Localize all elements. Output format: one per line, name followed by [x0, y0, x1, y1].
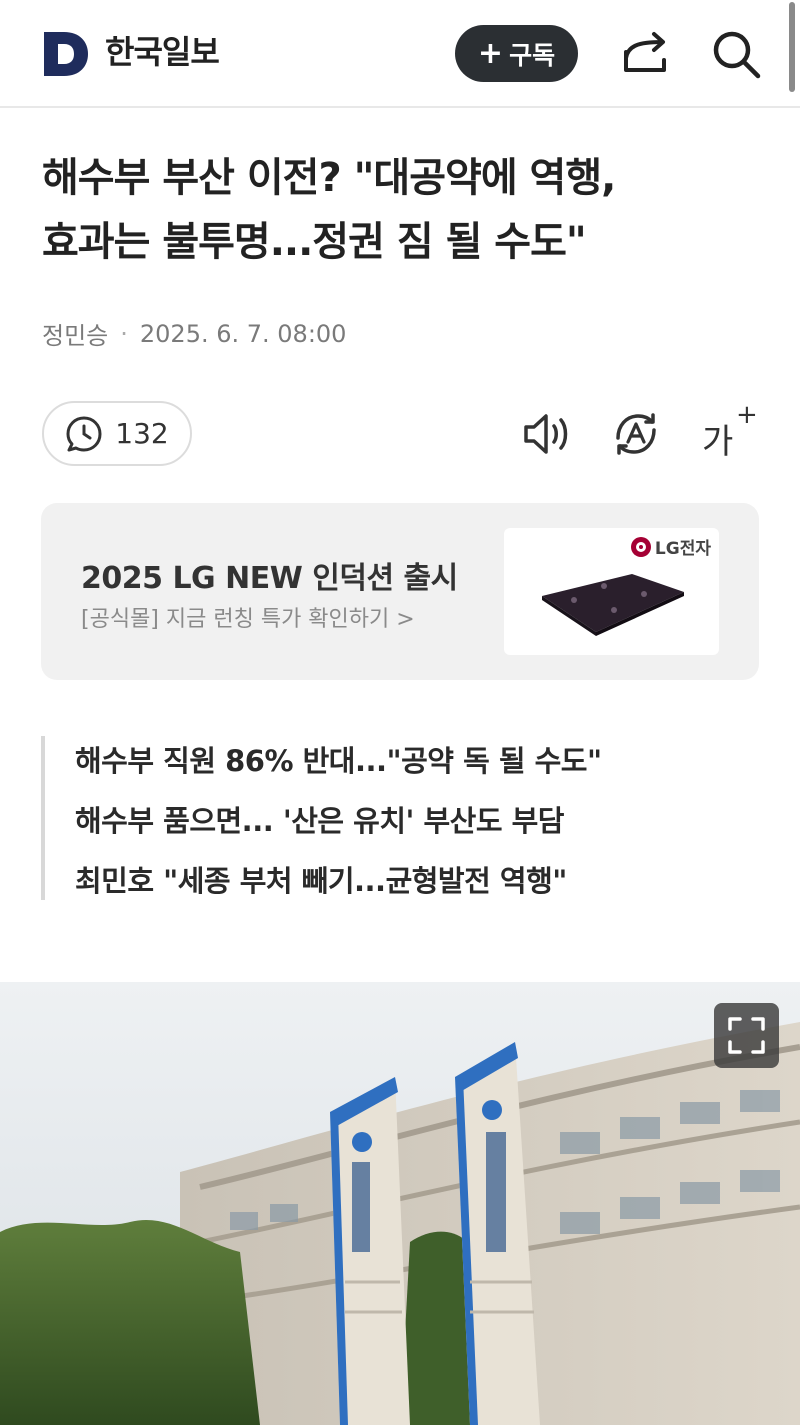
ad-banner[interactable]: 2025 LG NEW 인덕션 출시 [공식몰] 지금 런칭 특가 확인하기 >…: [41, 503, 759, 680]
translate-icon[interactable]: [610, 408, 662, 460]
author-name[interactable]: 정민승: [42, 316, 108, 351]
byline: 정민승 · 2025. 6. 7. 08:00: [42, 316, 346, 351]
ministry-building-photo: [0, 982, 800, 1425]
related-article-2[interactable]: 해수부 품으면... '산은 유치' 부산도 부담: [75, 798, 565, 840]
logo-d-icon[interactable]: [42, 30, 90, 78]
speaker-icon[interactable]: [520, 410, 574, 458]
font-size-icon[interactable]: 가 +: [700, 400, 758, 462]
font-size-plus: +: [736, 400, 758, 430]
plus-icon: +: [477, 35, 504, 71]
logo-text[interactable]: 한국일보: [105, 30, 220, 74]
lg-logo-icon: [630, 536, 651, 557]
related-article-3[interactable]: 최민호 "세종 부처 빼기...균형발전 역행": [75, 858, 567, 900]
byline-separator: ·: [120, 319, 128, 348]
comment-button[interactable]: 132: [42, 401, 192, 466]
related-article-1[interactable]: 해수부 직원 86% 반대..."공약 독 될 수도": [75, 738, 602, 780]
share-icon[interactable]: [618, 30, 672, 78]
font-size-label: 가: [702, 422, 734, 462]
ad-title: 2025 LG NEW 인덕션 출시: [81, 561, 458, 596]
comment-count: 132: [115, 417, 169, 450]
headline-line-1: 해수부 부산 이전? "대공약에 역행,: [42, 155, 616, 201]
expand-photo-button[interactable]: [714, 1003, 779, 1068]
ad-product-image: LG전자: [504, 528, 719, 655]
comment-icon: [66, 416, 102, 451]
publish-date: 2025. 6. 7. 08:00: [139, 319, 347, 348]
app-header: 한국일보 + 구독: [0, 0, 800, 108]
article-headline: 해수부 부산 이전? "대공약에 역행, 효과는 불투명...정권 짐 될 수도…: [42, 146, 772, 274]
headline-line-2: 효과는 불투명...정권 짐 될 수도": [42, 219, 587, 265]
ad-brand-label: LG전자: [654, 539, 711, 559]
expand-icon: [728, 1017, 765, 1054]
ad-brand: LG전자: [630, 534, 711, 559]
scrollbar[interactable]: [789, 2, 795, 92]
subscribe-button[interactable]: + 구독: [455, 25, 578, 82]
article-photo[interactable]: [0, 982, 800, 1425]
subscribe-label: 구독: [509, 40, 556, 70]
ad-subtitle: [공식몰] 지금 런칭 특가 확인하기 >: [81, 607, 415, 632]
search-icon[interactable]: [710, 28, 764, 80]
related-articles: 해수부 직원 86% 반대..."공약 독 될 수도" 해수부 품으면... '…: [41, 736, 761, 900]
